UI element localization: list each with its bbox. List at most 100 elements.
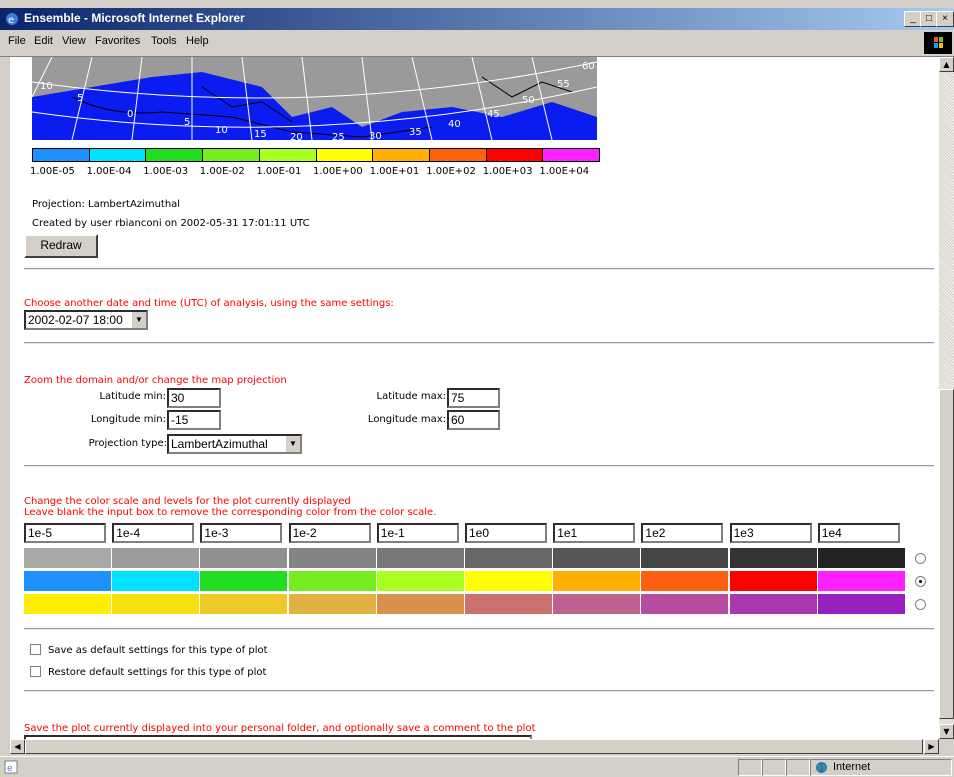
hscroll-thumb[interactable] <box>25 739 923 754</box>
levels-subheading: Leave blank the input box to remove the … <box>24 507 437 518</box>
palette-swatch <box>24 594 111 614</box>
palette-swatch <box>729 548 817 568</box>
scale-label: 1.00E-01 <box>256 166 302 177</box>
level-input[interactable] <box>376 523 459 543</box>
scale-label: 1.00E+00 <box>313 166 363 177</box>
redraw-button[interactable]: Redraw <box>24 234 98 258</box>
palette-swatch <box>376 594 464 614</box>
ie-logo-icon: e <box>6 13 18 26</box>
level-input[interactable] <box>465 523 547 543</box>
projection-type-select[interactable]: LambertAzimuthal ▼ <box>167 434 302 454</box>
lat-min-input[interactable] <box>167 388 221 408</box>
palette-radio[interactable] <box>915 553 926 564</box>
menu-view[interactable]: View <box>62 35 86 47</box>
close-button[interactable]: × <box>936 11 954 27</box>
vertical-scrollbar[interactable]: ▲ ▼ <box>939 57 954 739</box>
palette-swatch <box>112 571 200 591</box>
palette-swatch <box>641 571 729 591</box>
menu-file[interactable]: File <box>8 35 26 47</box>
palette-swatch <box>465 594 552 614</box>
level-input[interactable] <box>553 523 636 543</box>
scale-label: 1.00E+02 <box>426 166 476 177</box>
palette-swatch <box>641 594 729 614</box>
palette-swatch <box>24 571 111 591</box>
scroll-right-icon[interactable]: ▶ <box>924 739 939 754</box>
scroll-down-icon[interactable]: ▼ <box>939 724 954 739</box>
svg-text:e: e <box>8 15 14 26</box>
restore-default-checkbox[interactable] <box>30 666 41 677</box>
palette-radio[interactable] <box>915 599 926 610</box>
palette-swatch <box>288 594 376 614</box>
scale-swatch <box>258 149 316 161</box>
color-scale-labels: 1.00E-05 1.00E-04 1.00E-03 1.00E-02 1.00E-01… <box>30 166 630 180</box>
date-select-value: 2002-02-07 18:00 <box>28 313 123 327</box>
map-label: 60 <box>582 61 595 72</box>
scroll-left-icon[interactable]: ◀ <box>10 739 25 754</box>
menu-tools[interactable]: Tools <box>151 35 177 47</box>
palette-swatch <box>729 571 817 591</box>
palette-swatch <box>553 548 641 568</box>
menu-favorites[interactable]: Favorites <box>95 35 140 47</box>
lon-min-input[interactable] <box>167 410 221 430</box>
date-heading: Choose another date and time (UTC) of an… <box>24 298 394 309</box>
horizontal-scrollbar[interactable]: ◀ ▶ <box>10 739 939 754</box>
map-label: 5 <box>77 93 83 104</box>
menu-help[interactable]: Help <box>186 35 209 47</box>
lat-min-label: Latitude min: <box>99 391 166 402</box>
status-pane <box>762 759 786 776</box>
palette-radio[interactable] <box>915 576 926 587</box>
palette-swatch <box>288 571 376 591</box>
scale-swatch <box>145 149 203 161</box>
map-image: 10 5 0 5 10 15 20 25 30 35 40 45 50 55 6… <box>32 57 597 140</box>
map-label: 55 <box>557 79 570 90</box>
palette-swatch <box>200 594 288 614</box>
map-label: 25 <box>332 132 345 140</box>
level-input[interactable] <box>288 523 371 543</box>
palette-swatch <box>553 594 641 614</box>
scale-swatch <box>202 149 259 161</box>
map-label: 20 <box>290 132 303 140</box>
palette-swatch <box>376 548 464 568</box>
map-label: 15 <box>254 129 267 140</box>
date-select[interactable]: 2002-02-07 18:00 ▼ <box>24 310 148 330</box>
projection-type-value: LambertAzimuthal <box>171 437 268 451</box>
projection-type-label: Projection type: <box>88 438 167 449</box>
palette-swatch <box>729 594 817 614</box>
level-input[interactable] <box>641 523 724 543</box>
lat-max-label: Latitude max: <box>376 391 447 402</box>
scale-label: 1.00E+01 <box>369 166 420 177</box>
scale-swatch <box>33 149 89 161</box>
scale-label: 1.00E-04 <box>86 166 132 177</box>
save-default-checkbox[interactable] <box>30 644 41 655</box>
status-bar: e Internet <box>0 756 954 777</box>
level-input[interactable] <box>24 523 106 543</box>
lat-max-input[interactable] <box>447 388 500 408</box>
lon-min-label: Longitude min: <box>90 414 166 425</box>
palette-swatch <box>376 571 464 591</box>
page-content: 10 5 0 5 10 15 20 25 30 35 40 45 50 55 6… <box>10 57 939 739</box>
level-input[interactable] <box>729 523 812 543</box>
scale-swatch <box>485 149 543 161</box>
divider <box>24 342 934 344</box>
scroll-up-icon[interactable]: ▲ <box>939 57 954 72</box>
page-icon: e <box>4 760 18 774</box>
lon-max-input[interactable] <box>447 410 500 430</box>
title-bar: e Ensemble - Microsoft Internet Explorer… <box>0 8 954 30</box>
created-text: Created by user rbianconi on 2002-05-31 … <box>32 218 310 229</box>
palette-swatch <box>112 594 200 614</box>
level-input[interactable] <box>200 523 283 543</box>
palette-swatch <box>200 571 288 591</box>
scale-label: 1.00E-03 <box>143 166 189 177</box>
level-input[interactable] <box>112 523 195 543</box>
map-label: 30 <box>369 131 382 140</box>
scroll-thumb[interactable] <box>939 389 954 719</box>
save-default-label: Save as default settings for this type o… <box>48 645 268 656</box>
map-label: 35 <box>409 127 422 138</box>
menu-edit[interactable]: Edit <box>34 35 53 47</box>
palette-swatch <box>817 594 905 614</box>
level-input[interactable] <box>817 523 900 543</box>
map-label: 40 <box>448 119 461 130</box>
scale-swatch <box>88 149 146 161</box>
palette-swatch <box>288 548 376 568</box>
scroll-corner <box>939 739 954 754</box>
